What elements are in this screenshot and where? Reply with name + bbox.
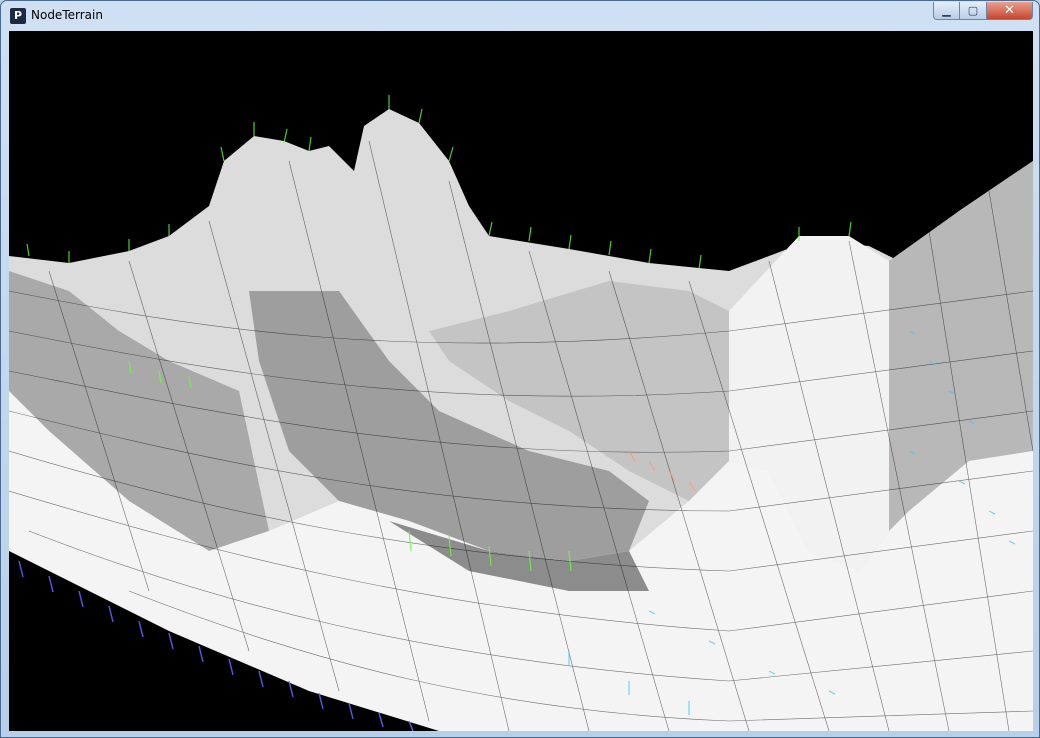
terrain-scene <box>9 95 1033 731</box>
processing-app-icon: P <box>10 8 26 24</box>
app-window: P NodeTerrain ▁ ▢ ✕ <box>0 0 1040 738</box>
title-bar[interactable]: P NodeTerrain ▁ ▢ ✕ <box>1 1 1039 31</box>
maximize-button[interactable]: ▢ <box>960 2 987 20</box>
minimize-button[interactable]: ▁ <box>933 2 960 20</box>
close-button[interactable]: ✕ <box>987 2 1033 20</box>
window-controls: ▁ ▢ ✕ <box>933 2 1033 20</box>
window-title: NodeTerrain <box>31 8 103 22</box>
terrain-render-canvas[interactable] <box>9 31 1033 731</box>
